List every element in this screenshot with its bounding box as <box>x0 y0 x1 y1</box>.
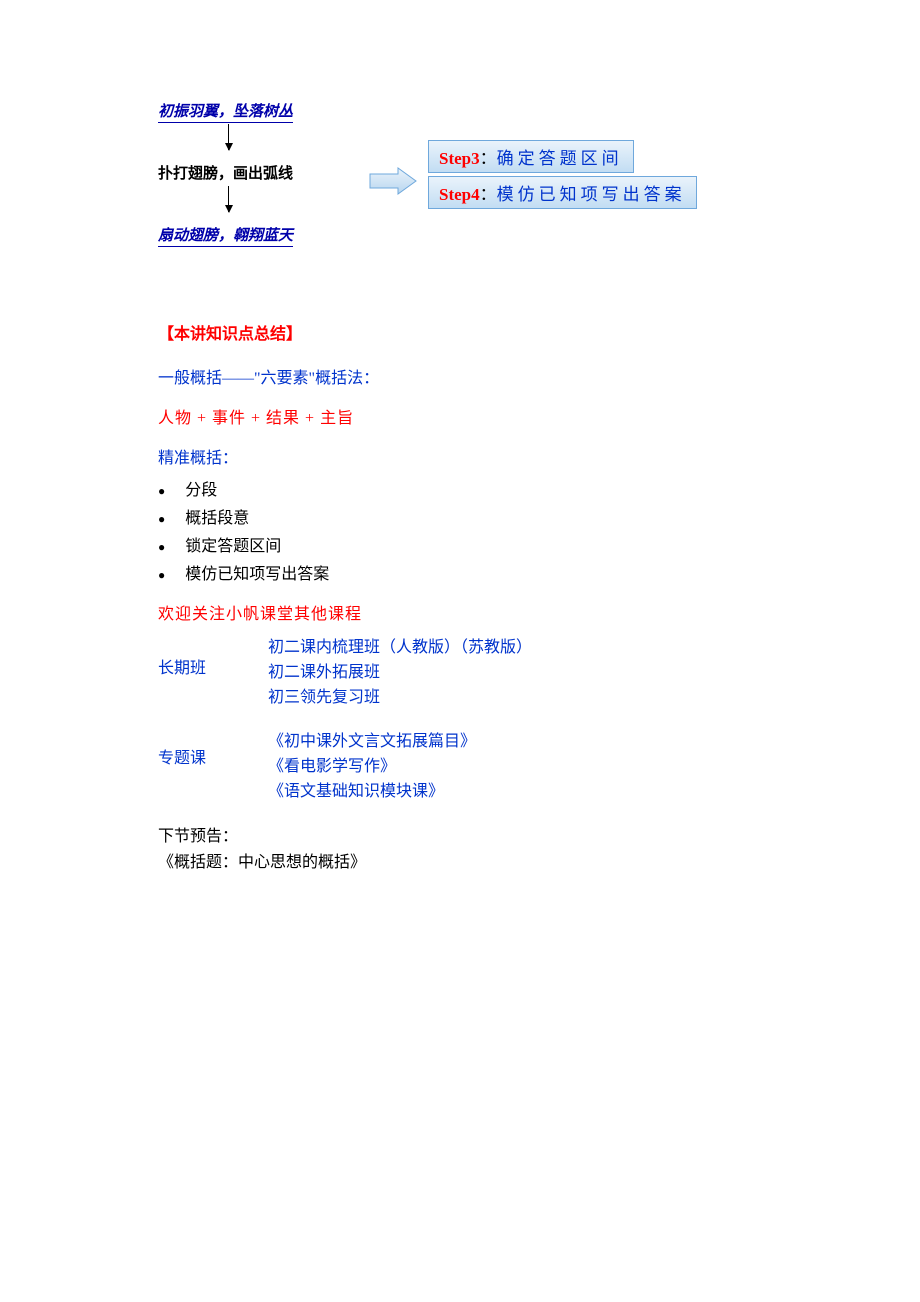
topic-label: 专题课 <box>158 726 268 768</box>
step3-label: Step3 <box>439 149 480 168</box>
course-item: 《初中课外文言文拓展篇目》 <box>268 727 476 751</box>
next-preview: 下节预告： 《概括题：中心思想的概括》 <box>158 822 770 872</box>
course-item: 初二课外拓展班 <box>268 658 532 682</box>
course-item: 《看电影学写作》 <box>268 752 476 776</box>
step3-text: 确定答题区间 <box>497 149 623 168</box>
course-item: 《语文基础知识模块课》 <box>268 777 476 801</box>
topic-items: 《初中课外文言文拓展篇目》 《看电影学写作》 《语文基础知识模块课》 <box>268 726 476 802</box>
course-item: 初三领先复习班 <box>268 683 532 707</box>
course-item: 初二课内梳理班（人教版）（苏教版） <box>268 633 532 657</box>
list-item: 锁定答题区间 <box>158 532 770 556</box>
next-content: 《概括题：中心思想的概括》 <box>158 848 770 872</box>
diagram-step-3: 扇动翅膀，翱翔蓝天 <box>158 224 293 247</box>
next-label: 下节预告： <box>158 822 770 846</box>
document-page: 初振羽翼，坠落树丛 扑打翅膀，画出弧线 扇动翅膀，翱翔蓝天 Step3：确定答题… <box>0 0 920 974</box>
step3-box: Step3：确定答题区间 <box>428 140 634 173</box>
long-term-row: 长期班 初二课内梳理班（人教版）（苏教版） 初二课外拓展班 初三领先复习班 <box>158 632 770 708</box>
diagram-step-1: 初振羽翼，坠落树丛 <box>158 100 293 123</box>
block-arrow-icon <box>368 166 418 201</box>
flow-diagram: 初振羽翼，坠落树丛 扑打翅膀，画出弧线 扇动翅膀，翱翔蓝天 Step3：确定答题… <box>158 100 770 280</box>
arrow-down-icon <box>228 186 230 212</box>
precise-heading: 精准概括： <box>158 444 770 468</box>
welcome-text: 欢迎关注小帆课堂其他课程 <box>158 600 770 624</box>
precise-steps-list: 分段 概括段意 锁定答题区间 模仿已知项写出答案 <box>158 476 770 584</box>
step4-text: 模仿已知项写出答案 <box>497 185 686 204</box>
formula-text: 人物 + 事件 + 结果 + 主旨 <box>158 404 770 428</box>
list-item: 模仿已知项写出答案 <box>158 560 770 584</box>
topic-row: 专题课 《初中课外文言文拓展篇目》 《看电影学写作》 《语文基础知识模块课》 <box>158 726 770 802</box>
step4-label: Step4 <box>439 185 480 204</box>
general-method-text: 一般概括——"六要素"概括法： <box>158 364 770 388</box>
list-item: 分段 <box>158 476 770 500</box>
diagram-step-2: 扑打翅膀，画出弧线 <box>158 162 293 183</box>
long-term-label: 长期班 <box>158 632 268 678</box>
summary-heading: 【本讲知识点总结】 <box>158 320 770 344</box>
list-item: 概括段意 <box>158 504 770 528</box>
arrow-down-icon <box>228 124 230 150</box>
step4-box: Step4：模仿已知项写出答案 <box>428 176 697 209</box>
course-table: 长期班 初二课内梳理班（人教版）（苏教版） 初二课外拓展班 初三领先复习班 专题… <box>158 632 770 802</box>
long-term-items: 初二课内梳理班（人教版）（苏教版） 初二课外拓展班 初三领先复习班 <box>268 632 532 708</box>
